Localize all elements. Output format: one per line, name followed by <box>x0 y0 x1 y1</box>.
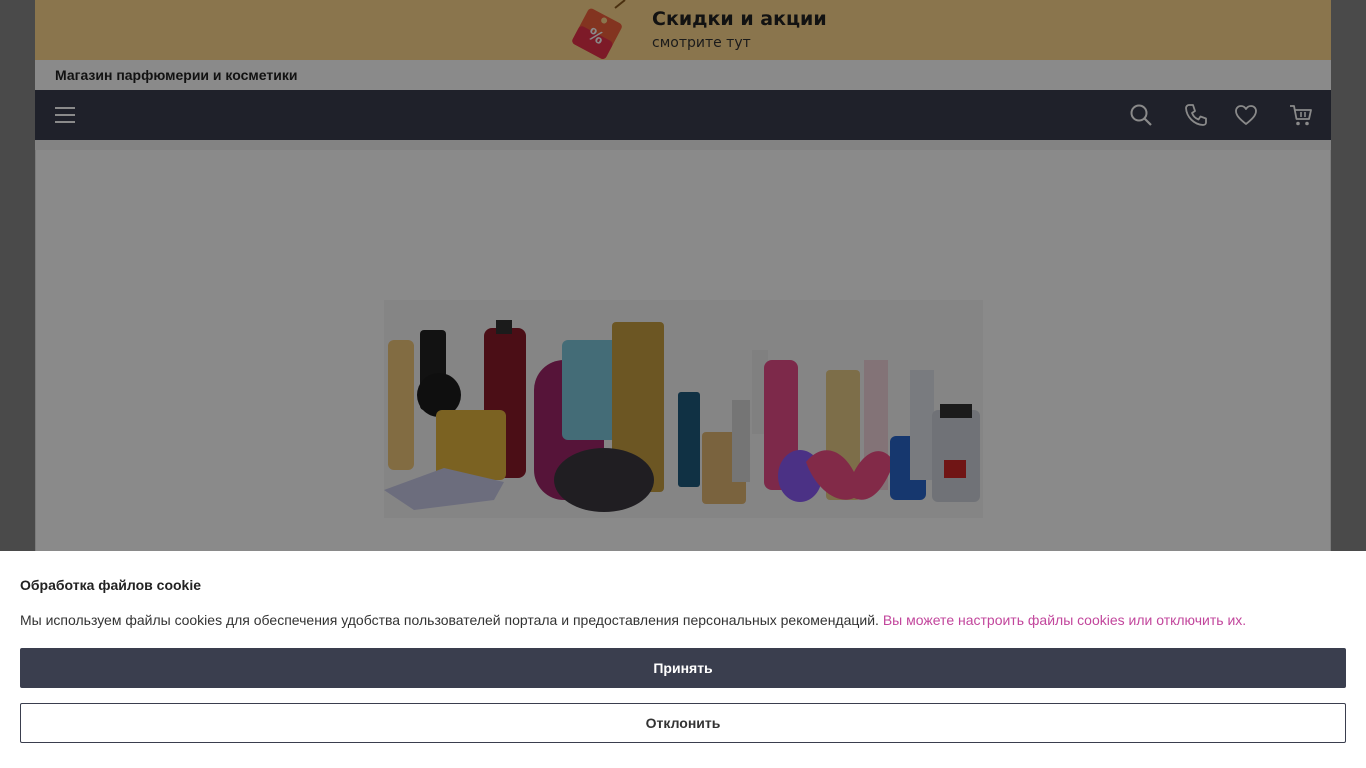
page: % Скидки и акции смотрите тут Магазин па… <box>0 0 1366 768</box>
cookie-title: Обработка файлов cookie <box>20 577 202 593</box>
cookie-text: Мы используем файлы cookies для обеспече… <box>20 612 879 628</box>
accept-button[interactable]: Принять <box>20 648 1346 688</box>
cookie-banner: Обработка файлов cookie Мы используем фа… <box>0 551 1366 768</box>
cookie-settings-link[interactable]: Вы можете настроить файлы cookies или от… <box>883 612 1246 628</box>
decline-button[interactable]: Отклонить <box>20 703 1346 743</box>
cookie-text-line: Мы используем файлы cookies для обеспече… <box>20 612 1246 628</box>
